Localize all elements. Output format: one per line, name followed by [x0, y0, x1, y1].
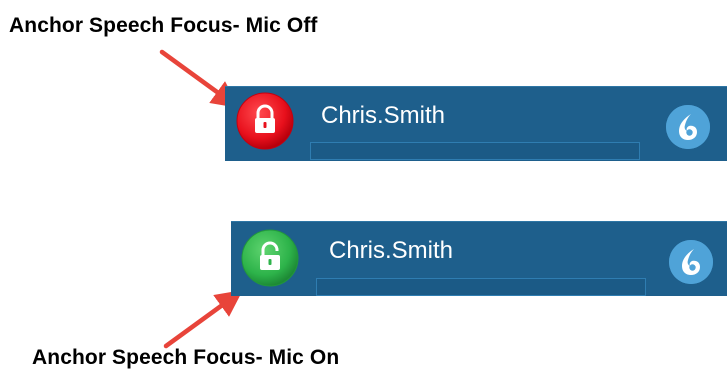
username-label: Chris.Smith: [321, 102, 446, 129]
dragon-bar-mic-off: Chris.Smith: [225, 86, 727, 161]
unlock-icon: [241, 229, 299, 287]
dragon-flame-icon: [669, 240, 713, 284]
dictation-field[interactable]: [310, 142, 640, 160]
dictation-field[interactable]: [316, 278, 646, 296]
dragon-menu-button[interactable]: [669, 240, 713, 284]
lock-icon: [236, 92, 294, 150]
arrow-to-mic-on-anchor: [163, 290, 243, 349]
username-label: Chris.Smith: [329, 237, 454, 264]
dragon-bar-mic-on: Chris.Smith: [231, 221, 727, 296]
anchor-speech-focus-button-mic-on[interactable]: [241, 229, 299, 287]
anchor-speech-focus-button-mic-off[interactable]: [236, 92, 294, 150]
dragon-menu-button[interactable]: [666, 105, 710, 149]
arrow-to-mic-off-anchor: [159, 49, 239, 108]
caption-mic-on: Anchor Speech Focus- Mic On: [32, 346, 340, 369]
dragon-flame-icon: [666, 105, 710, 149]
caption-mic-off: Anchor Speech Focus- Mic Off: [9, 14, 318, 37]
annotation-arrows: [159, 49, 243, 349]
